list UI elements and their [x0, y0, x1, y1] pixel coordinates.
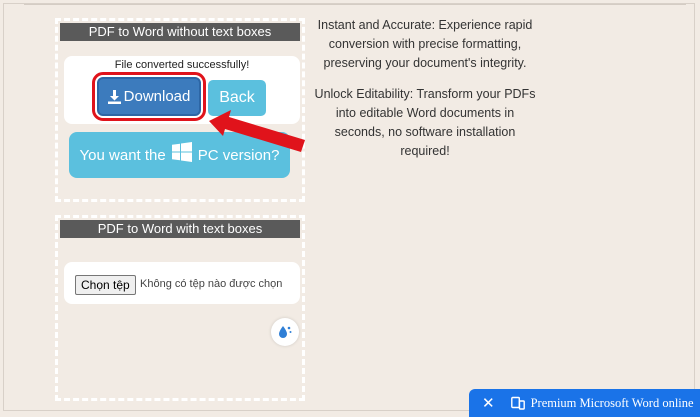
- red-arrow-annotation: [209, 110, 305, 152]
- water-drop-icon: [279, 326, 292, 338]
- pc-version-prefix: You want the: [79, 146, 166, 164]
- download-button[interactable]: Download: [92, 72, 206, 121]
- panel-title: PDF to Word without text boxes: [60, 23, 300, 41]
- download-icon: [107, 89, 121, 104]
- converter-panel-with-textboxes: PDF to Word with text boxes Chọn tệp Khô…: [55, 215, 305, 401]
- top-divider: [24, 4, 686, 5]
- feature-description-editability: Unlock Editability: Transform your PDFs …: [314, 87, 536, 158]
- close-icon[interactable]: ✕: [482, 396, 495, 411]
- floating-action-button[interactable]: [271, 318, 299, 346]
- success-message: File converted successfully!: [114, 59, 250, 71]
- promo-text: Premium Microsoft Word online: [530, 395, 694, 410]
- choose-file-button[interactable]: Chọn tệp: [75, 275, 136, 295]
- file-upload-card: Chọn tệp Không có tệp nào được chọn: [64, 262, 300, 304]
- promo-bar[interactable]: ✕ Premium Microsoft Word online: [469, 389, 700, 417]
- feature-description-accuracy: Instant and Accurate: Experience rapid c…: [317, 18, 533, 70]
- panel-title: PDF to Word with text boxes: [60, 220, 300, 238]
- no-file-chosen-text: Không có tệp nào được chọn: [140, 278, 283, 290]
- download-label: Download: [123, 88, 191, 105]
- device-icon: [510, 396, 525, 410]
- windows-logo-icon: [171, 142, 192, 162]
